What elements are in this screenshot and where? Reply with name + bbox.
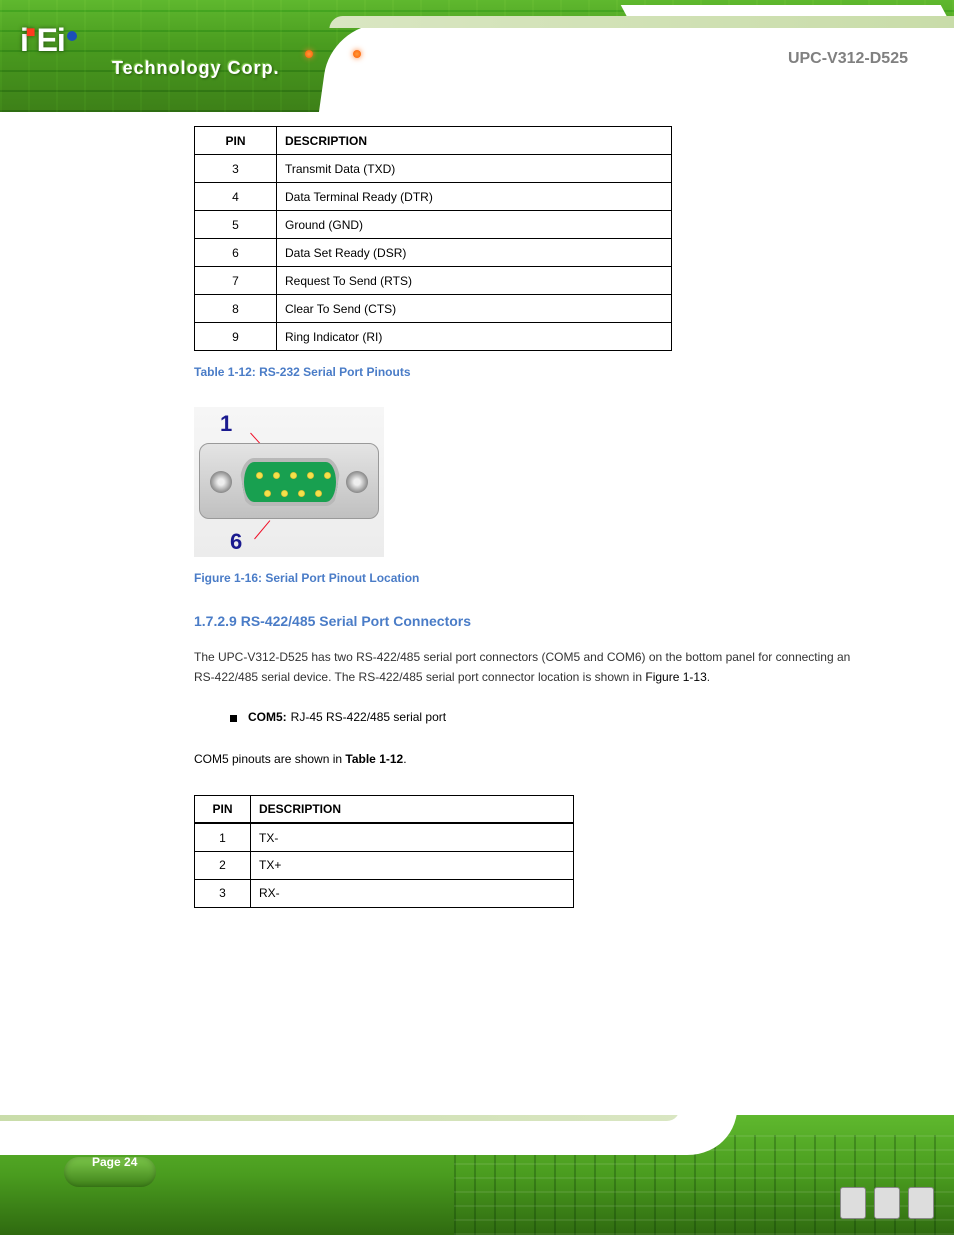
header-leds <box>305 50 361 58</box>
page-footer <box>0 1115 954 1235</box>
cell: TX- <box>251 823 574 851</box>
table1-header-pin: PIN <box>195 127 277 155</box>
table-row: 5 Ground (GND) <box>195 211 672 239</box>
serial-connector-figure: 1 6 <box>194 407 384 557</box>
table-row: 3 RX- <box>195 879 574 907</box>
table-row: 4 Data Terminal Ready (DTR) <box>195 183 672 211</box>
footer-swoosh <box>0 1115 747 1155</box>
cell: Request To Send (RTS) <box>277 267 672 295</box>
footer-chips-icon <box>840 1187 934 1219</box>
table-row: 8 Clear To Send (CTS) <box>195 295 672 323</box>
cell: 1 <box>195 823 251 851</box>
table-row: 6 Data Set Ready (DSR) <box>195 239 672 267</box>
screw-icon <box>346 471 368 493</box>
cell: Data Terminal Ready (DTR) <box>277 183 672 211</box>
table1-caption: Table 1-12: RS-232 Serial Port Pinouts <box>194 365 874 379</box>
cell: Transmit Data (TXD) <box>277 155 672 183</box>
cell: 7 <box>195 267 277 295</box>
cell: 8 <box>195 295 277 323</box>
pinnote-link: Table 1-12 <box>345 752 403 766</box>
bullet-value: RJ-45 RS-422/485 serial port <box>291 710 446 724</box>
table-row: 1 TX- <box>195 823 574 851</box>
section-heading: 1.7.2.9 RS-422/485 Serial Port Connector… <box>194 613 874 629</box>
pin-label-1: 1 <box>220 411 232 437</box>
logo-text: i■Ei <box>20 22 77 58</box>
page-number: Page 24 <box>92 1155 137 1169</box>
bullet-item: COM5: RJ-45 RS-422/485 serial port <box>194 710 874 724</box>
pinnote: COM5 pinouts are shown in Table 1-12. <box>194 750 874 769</box>
table-row: 2 TX+ <box>195 851 574 879</box>
pin-label-6: 6 <box>230 529 242 555</box>
cell: Data Set Ready (DSR) <box>277 239 672 267</box>
cell: 3 <box>195 879 251 907</box>
footer-band <box>0 1115 681 1121</box>
cell: 6 <box>195 239 277 267</box>
cell: 2 <box>195 851 251 879</box>
leader-line-bottom <box>254 520 270 539</box>
cell: RX- <box>251 879 574 907</box>
header-band <box>329 16 954 28</box>
pin-row-bottom <box>264 490 322 497</box>
logo-tagline: Technology Corp. <box>112 58 280 79</box>
pinnote-post: . <box>403 752 406 766</box>
pin-row-top <box>256 472 331 479</box>
pinout-table-2: PIN DESCRIPTION 1 TX- 2 TX+ 3 RX- <box>194 795 574 908</box>
cell: 3 <box>195 155 277 183</box>
brand-logo: i■Ei <box>20 22 77 59</box>
cell: 4 <box>195 183 277 211</box>
body-text-span: The UPC-V312-D525 has two RS-422/485 ser… <box>194 650 850 684</box>
pinout-table-1: PIN DESCRIPTION 3 Transmit Data (TXD) 4 … <box>194 126 672 351</box>
body-paragraph: The UPC-V312-D525 has two RS-422/485 ser… <box>194 647 874 688</box>
pinnote-pre: COM5 pinouts are shown in <box>194 752 345 766</box>
table-row: 7 Request To Send (RTS) <box>195 267 672 295</box>
table-row: 3 Transmit Data (TXD) <box>195 155 672 183</box>
product-name: UPC-V312-D525 <box>788 50 908 68</box>
header-swoosh <box>319 24 954 112</box>
bullet-label: COM5: <box>248 710 287 724</box>
cell: 9 <box>195 323 277 351</box>
table2-header-desc: DESCRIPTION <box>251 795 574 823</box>
figure-caption: Figure 1-16: Serial Port Pinout Location <box>194 571 874 585</box>
cell: Ground (GND) <box>277 211 672 239</box>
cell: Ring Indicator (RI) <box>277 323 672 351</box>
cell: Clear To Send (CTS) <box>277 295 672 323</box>
dsub-port-icon <box>240 458 340 506</box>
table1-header-desc: DESCRIPTION <box>277 127 672 155</box>
table2-header-pin: PIN <box>195 795 251 823</box>
content-area: PIN DESCRIPTION 3 Transmit Data (TXD) 4 … <box>194 126 874 908</box>
connector-plate <box>199 443 379 519</box>
cell: TX+ <box>251 851 574 879</box>
table-row: 9 Ring Indicator (RI) <box>195 323 672 351</box>
cell: 5 <box>195 211 277 239</box>
body-text-figref: Figure 1-13 <box>645 670 706 684</box>
screw-icon <box>210 471 232 493</box>
